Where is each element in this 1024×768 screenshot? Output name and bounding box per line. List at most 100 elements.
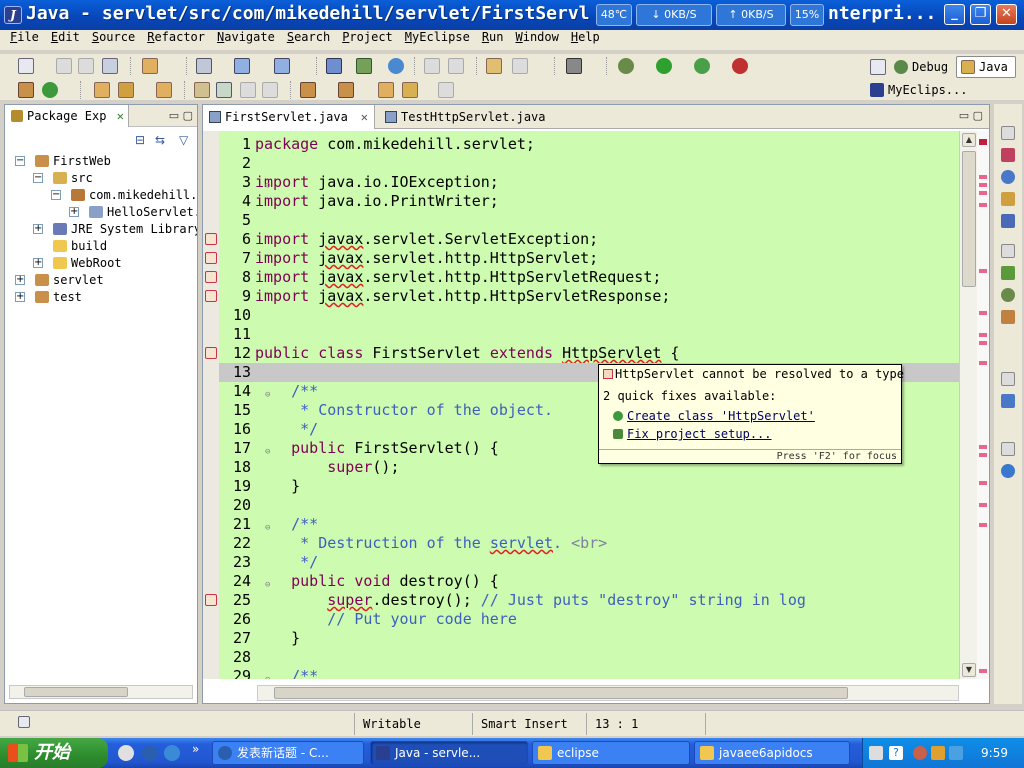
package-explorer-tab[interactable]: Package Exp ✕ <box>5 105 129 127</box>
tree-item[interactable]: + test <box>15 289 82 306</box>
code-line[interactable]: 12 public class FirstServlet extends Http… <box>219 344 959 363</box>
scroll-up-icon[interactable]: ▲ <box>962 133 976 147</box>
stop-server-icon[interactable] <box>732 58 748 74</box>
web-deploy-icon[interactable] <box>274 58 290 74</box>
code-line[interactable]: 9 import javax.servlet.http.HttpServletRe… <box>219 287 959 306</box>
editor-hscrollbar[interactable] <box>257 685 959 701</box>
tree-item[interactable]: + WebRoot <box>33 255 122 272</box>
code-line[interactable]: 3 import java.io.IOException; ⊖ <box>219 173 959 192</box>
new-java-class-icon[interactable] <box>42 82 58 98</box>
error-marker[interactable] <box>979 481 987 485</box>
perspective-myeclipse[interactable]: MyEclips... <box>866 79 971 101</box>
menu-navigate[interactable]: Navigate <box>211 30 281 50</box>
code-line[interactable]: 19 } <box>219 477 959 496</box>
window-titlebar[interactable]: J Java - servlet/src/com/mikedehill/serv… <box>0 0 1024 30</box>
collapse-icon[interactable]: − <box>51 190 61 200</box>
editor-gutter[interactable] <box>203 131 219 679</box>
hierarchy-icon[interactable] <box>1001 310 1015 324</box>
perspective-debug[interactable]: Debug <box>890 56 952 78</box>
last-edit-icon[interactable] <box>378 82 394 98</box>
collapse-all-icon[interactable]: ⊟ <box>135 133 145 147</box>
error-marker[interactable] <box>979 191 987 195</box>
menu-file[interactable]: File <box>4 30 45 50</box>
collapse-icon[interactable]: − <box>15 156 25 166</box>
minimize-button[interactable]: _ <box>944 4 965 25</box>
error-marker[interactable] <box>979 341 987 345</box>
menu-refactor[interactable]: Refactor <box>141 30 211 50</box>
help-icon[interactable]: ? <box>889 746 903 760</box>
expand-icon[interactable]: + <box>15 275 25 285</box>
wrench-icon[interactable] <box>118 82 134 98</box>
code-line[interactable]: 4 import java.io.PrintWriter; <box>219 192 959 211</box>
close-icon[interactable]: ✕ <box>361 105 368 129</box>
code-line[interactable]: 6 import javax.servlet.ServletException; <box>219 230 959 249</box>
package-explorer-hscrollbar[interactable] <box>9 685 193 699</box>
quicklaunch-icon[interactable] <box>142 745 158 761</box>
copy-icon[interactable] <box>448 58 464 74</box>
close-icon[interactable]: ✕ <box>117 105 124 127</box>
run-external-icon[interactable] <box>694 58 710 74</box>
tray-app-icon[interactable] <box>913 746 927 760</box>
code-line[interactable]: 8 import javax.servlet.http.HttpServletRe… <box>219 268 959 287</box>
scroll-thumb[interactable] <box>24 687 128 697</box>
back-icon[interactable] <box>402 82 418 98</box>
overview-ruler[interactable] <box>977 131 989 679</box>
forward-icon[interactable] <box>438 82 454 98</box>
code-line[interactable]: 5 <box>219 211 959 230</box>
restore-icon[interactable] <box>1001 126 1015 140</box>
open-type-icon[interactable] <box>486 58 502 74</box>
scroll-thumb[interactable] <box>274 687 848 699</box>
code-line[interactable]: 25 super.destroy(); // Just puts "destro… <box>219 591 959 610</box>
code-line[interactable]: 7 import javax.servlet.http.HttpServlet; <box>219 249 959 268</box>
error-marker[interactable] <box>979 361 987 365</box>
error-summary-icon[interactable] <box>979 139 987 145</box>
help-icon[interactable] <box>1001 464 1015 478</box>
perspective-java[interactable]: Java <box>956 56 1016 78</box>
open-perspective-icon[interactable] <box>870 59 886 75</box>
editor-tab-testhttpservlet[interactable]: TestHttpServlet.java <box>379 105 549 129</box>
highlight-icon[interactable] <box>216 82 232 98</box>
cut-icon[interactable] <box>424 58 440 74</box>
javadoc-icon[interactable] <box>1001 170 1015 184</box>
camera-icon[interactable] <box>566 58 582 74</box>
error-marker-icon[interactable] <box>205 290 217 302</box>
declaration-icon[interactable] <box>1001 192 1015 206</box>
tree-item[interactable]: − FirstWeb <box>15 153 111 170</box>
show-desktop-icon[interactable] <box>118 745 134 761</box>
tree-item[interactable]: − src <box>33 170 93 187</box>
error-marker-icon[interactable] <box>205 594 217 606</box>
fast-view-icon[interactable] <box>18 716 30 728</box>
restore-icon[interactable] <box>1001 372 1015 386</box>
network-icon[interactable] <box>931 746 945 760</box>
expand-icon[interactable]: + <box>69 207 79 217</box>
menu-myeclipse[interactable]: MyEclipse <box>399 30 476 50</box>
menu-project[interactable]: Project <box>336 30 399 50</box>
menu-help[interactable]: Help <box>565 30 606 50</box>
close-button[interactable]: ✕ <box>996 4 1017 25</box>
quickfix-fix-project-setup[interactable]: Fix project setup... <box>613 427 772 441</box>
ie-icon[interactable] <box>164 745 180 761</box>
browser-icon[interactable] <box>388 58 404 74</box>
code-line[interactable]: 10 <box>219 306 959 325</box>
open-resource-icon[interactable] <box>156 82 172 98</box>
keyboard-icon[interactable] <box>869 746 883 760</box>
error-marker-icon[interactable] <box>205 233 217 245</box>
code-line[interactable]: 1 package com.mikedehill.servlet; <box>219 135 959 154</box>
hierarchy-icon[interactable] <box>326 58 342 74</box>
expand-icon[interactable]: + <box>33 258 43 268</box>
restore-icon[interactable] <box>1001 244 1015 258</box>
link-with-editor-icon[interactable]: ⇆ <box>155 133 165 147</box>
code-line[interactable]: 11 <box>219 325 959 344</box>
save-all-icon[interactable] <box>78 58 94 74</box>
code-line[interactable]: 24 public void destroy() {⊖ <box>219 572 959 591</box>
error-marker[interactable] <box>979 669 987 673</box>
error-marker[interactable] <box>979 183 987 187</box>
error-marker[interactable] <box>979 269 987 273</box>
tasks-icon[interactable] <box>1001 394 1015 408</box>
prev-annotation-icon[interactable] <box>338 82 354 98</box>
print-icon[interactable] <box>102 58 118 74</box>
start-button[interactable]: 开始 <box>0 738 108 768</box>
package-icon[interactable] <box>356 58 372 74</box>
deploy-icon[interactable] <box>234 58 250 74</box>
code-line[interactable]: 29 /**⊖ <box>219 667 959 679</box>
